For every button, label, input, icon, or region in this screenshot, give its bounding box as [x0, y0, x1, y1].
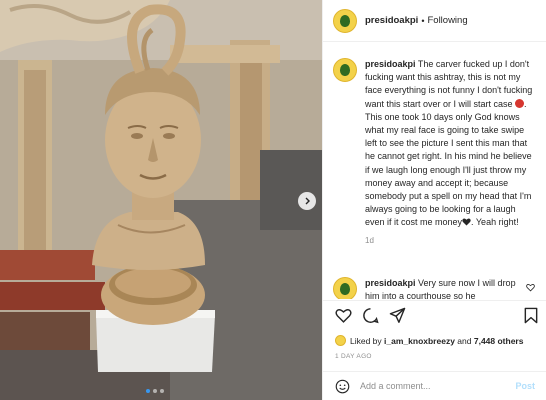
- comment-avatar[interactable]: [333, 277, 357, 299]
- next-photo-button[interactable]: [298, 192, 316, 210]
- carousel-dot: [153, 389, 157, 393]
- post-date: 1 DAY AGO: [335, 353, 372, 360]
- post-photo[interactable]: [0, 0, 322, 400]
- likes-prefix: Liked by: [350, 335, 382, 346]
- caption-avatar[interactable]: [333, 58, 357, 82]
- add-comment-bar: Post: [323, 371, 546, 400]
- caption-part-3: . Yeah right!: [471, 217, 519, 228]
- comment-username[interactable]: presidoakpi: [365, 278, 416, 288]
- likes-middle: and: [457, 335, 472, 346]
- carousel-indicator: [146, 389, 164, 393]
- following-button[interactable]: Following: [427, 15, 467, 26]
- red-circle-emoji-icon: [515, 98, 525, 108]
- carved-bust-image: [0, 0, 322, 400]
- bookmark-icon[interactable]: [523, 307, 539, 324]
- header-separator: •: [421, 15, 425, 26]
- liker-avatar[interactable]: [335, 335, 346, 346]
- heart-icon[interactable]: [335, 307, 352, 324]
- share-icon[interactable]: [389, 307, 406, 324]
- comment-text: presidoakpi Very sure now I will drop hi…: [365, 277, 523, 299]
- action-bar: [335, 307, 539, 327]
- actions-divider: [323, 300, 546, 301]
- header-username[interactable]: presidoakpi: [365, 15, 418, 26]
- liker-username[interactable]: i_am_knoxbreezy: [384, 336, 455, 346]
- post-side-panel: presidoakpi • Following presidoakpi The …: [322, 0, 546, 400]
- comment-icon[interactable]: [362, 307, 379, 324]
- likes-count[interactable]: 7,448 others: [474, 336, 524, 346]
- caption-timestamp: 1d: [365, 235, 374, 245]
- comment-input[interactable]: [360, 381, 516, 391]
- comment-like-heart-icon[interactable]: [526, 283, 535, 292]
- smiley-icon[interactable]: [335, 379, 350, 394]
- caption-username[interactable]: presidoakpi: [365, 59, 416, 69]
- post-caption: presidoakpi The carver fucked up I don't…: [333, 58, 537, 230]
- caption-text: presidoakpi The carver fucked up I don't…: [365, 58, 537, 230]
- carousel-dot: [160, 389, 164, 393]
- avatar[interactable]: [333, 8, 357, 33]
- chevron-right-icon: [305, 197, 310, 205]
- carousel-dot-active: [146, 389, 150, 393]
- post-header: presidoakpi • Following: [323, 0, 546, 42]
- likes-summary: Liked by i_am_knoxbreezy and 7,448 other…: [335, 335, 523, 346]
- comments-area: presidoakpi The carver fucked up I don't…: [333, 58, 537, 245]
- comment-item: presidoakpi Very sure now I will drop hi…: [333, 277, 539, 299]
- black-heart-emoji-icon: [462, 218, 471, 226]
- post-comment-button[interactable]: Post: [515, 381, 535, 391]
- caption-part-2: . This one took 10 days only God knows w…: [365, 98, 532, 228]
